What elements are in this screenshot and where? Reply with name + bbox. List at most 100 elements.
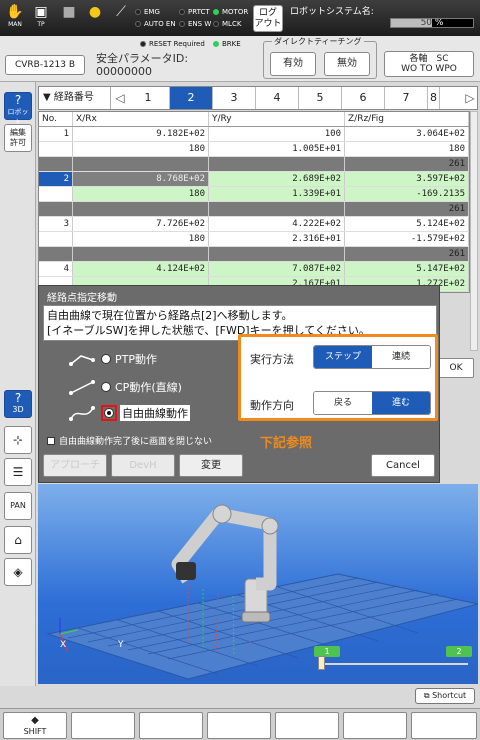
table-cell-y: 100 — [209, 127, 345, 141]
robot-3d-view[interactable]: X Y 1 2 — [38, 484, 478, 684]
logout-button[interactable]: ログ アウト — [253, 5, 283, 32]
left-toolbar: ? ロボット 編集 許可 ? 3D ⊹ ☰ PAN ⌂ ◈ — [0, 82, 36, 686]
table-cell-x: 9.182E+02 — [73, 127, 209, 141]
function-key-3[interactable] — [207, 712, 271, 739]
cp-motion-option[interactable]: CP動作(直線) — [69, 378, 182, 396]
wrench-icon[interactable]: ⟋ — [110, 3, 132, 33]
path-slider-knob[interactable] — [318, 656, 325, 670]
led-on-icon — [213, 9, 219, 15]
keep-open-checkbox[interactable] — [47, 436, 55, 445]
execution-settings-callout: 実行方法 ステップ 連続 動作方向 戻る 進む — [238, 334, 438, 421]
robot-tab-button[interactable]: ? ロボット — [4, 92, 32, 126]
column-header-y: Y/Ry — [209, 112, 345, 126]
pan-button[interactable]: PAN — [4, 492, 32, 520]
table-row[interactable]: 180 1.339E+01 -169.2135 — [39, 187, 469, 202]
table-row[interactable]: 1 9.182E+02 100 3.064E+02 — [39, 127, 469, 142]
box-view-icon[interactable]: ◈ — [4, 558, 32, 586]
lightbulb-icon[interactable]: ● — [84, 3, 106, 33]
table-cell-y — [209, 202, 345, 216]
table-row[interactable]: 261 — [39, 247, 469, 262]
tab-path-4[interactable]: 4 — [256, 87, 299, 109]
function-key-5[interactable] — [343, 712, 407, 739]
status-indicators: EMG PRTCT MOTOR AUTO EN ENS W MLCK — [135, 6, 255, 32]
table-cell-z: 261 — [345, 202, 469, 216]
free-curve-path-icon — [69, 406, 95, 421]
tab-path-8[interactable]: 8 — [428, 87, 440, 109]
status-ens-w: ENS W — [179, 20, 211, 29]
table-scrollbar[interactable] — [470, 111, 478, 351]
speed-percent-bar[interactable]: 50 % — [390, 18, 474, 28]
tab-path-3[interactable]: 3 — [213, 87, 256, 109]
direct-teach-disable-button[interactable]: 無効 — [324, 52, 370, 76]
shift-key[interactable]: ◆ SHIFT — [3, 712, 67, 739]
stop-square-icon[interactable]: ■ — [58, 3, 80, 33]
tab-right-arrow-icon[interactable]: ▷ — [463, 87, 477, 109]
led-icon — [213, 21, 219, 27]
depart-button[interactable]: DevH — [111, 454, 175, 477]
direct-teach-enable-button[interactable]: 有効 — [270, 52, 316, 76]
free-curve-radio[interactable] — [104, 408, 114, 418]
ptp-radio[interactable] — [101, 354, 111, 364]
function-key-6[interactable] — [411, 712, 477, 739]
ptp-motion-option[interactable]: PTP動作 — [69, 350, 157, 368]
table-cell-y: 2.689E+02 — [209, 172, 345, 186]
forward-direction-button[interactable]: 進む — [372, 392, 430, 414]
tab-path-2[interactable]: 2 — [170, 87, 213, 109]
table-cell-x — [73, 202, 209, 216]
table-row[interactable]: 261 — [39, 157, 469, 172]
table-row[interactable]: 2 8.768E+02 2.689E+02 3.597E+02 — [39, 172, 469, 187]
tab-path-1[interactable]: 1 — [127, 87, 170, 109]
ok-button[interactable]: OK — [438, 358, 474, 378]
led-on-icon — [213, 41, 219, 47]
axis-y-label: Y — [118, 640, 124, 650]
table-cell-x: 180 — [73, 187, 209, 201]
back-direction-button[interactable]: 戻る — [314, 392, 372, 414]
coordinate-system-button[interactable]: 各軸 SC WO TO WPO — [384, 51, 474, 77]
keep-open-checkbox-row[interactable]: 自由曲線動作完了後に画面を閉じない — [47, 434, 212, 447]
table-cell-no: 2 — [39, 172, 73, 186]
table-cell-x: 8.768E+02 — [73, 172, 209, 186]
path-slider-track[interactable] — [318, 663, 468, 665]
table-row[interactable]: 3 7.726E+02 4.222E+02 5.124E+02 — [39, 217, 469, 232]
edit-permission-button[interactable]: 編集 許可 — [4, 124, 32, 152]
table-cell-x — [73, 247, 209, 261]
change-button[interactable]: 変更 — [179, 454, 243, 477]
layers-icon[interactable]: ☰ — [4, 458, 32, 486]
table-cell-y: 2.316E+01 — [209, 232, 345, 246]
table-cell-x: 180 — [73, 142, 209, 156]
step-mode-button[interactable]: ステップ — [314, 346, 372, 368]
tab-path-5[interactable]: 5 — [299, 87, 342, 109]
table-row[interactable]: 4 4.124E+02 7.087E+02 5.147E+02 — [39, 262, 469, 277]
function-key-4[interactable] — [275, 712, 339, 739]
function-key-2[interactable] — [139, 712, 203, 739]
safety-parameter: 安全パラメータID: 00000000 — [96, 52, 189, 78]
table-cell-x: 7.726E+02 — [73, 217, 209, 231]
led-icon — [140, 41, 146, 47]
table-row[interactable]: 180 2.316E+01 -1.579E+02 — [39, 232, 469, 247]
function-key-1[interactable] — [71, 712, 135, 739]
cube-question-icon: ? — [14, 391, 22, 405]
shortcut-button[interactable]: ⧉ Shortcut — [415, 688, 475, 704]
home-icon[interactable]: ⌂ — [4, 526, 32, 554]
table-cell-z: -169.2135 — [345, 187, 469, 201]
path-number-header[interactable]: ▼ 経路番号 — [39, 87, 111, 109]
table-cell-no: 4 — [39, 262, 73, 276]
table-row[interactable]: 180 1.005E+01 180 — [39, 142, 469, 157]
robot-info-bar: RESET Required BRKE CVRB-1213 B 安全パラメータI… — [0, 36, 480, 82]
tab-left-arrow-icon[interactable]: ◁ — [113, 87, 127, 109]
tab-path-6[interactable]: 6 — [342, 87, 385, 109]
man-hand-icon[interactable]: ✋ MAN — [4, 3, 26, 33]
status-mlck: MLCK — [213, 20, 241, 29]
table-row[interactable]: 261 — [39, 202, 469, 217]
view-3d-button[interactable]: ? 3D — [4, 390, 32, 418]
continuous-mode-button[interactable]: 連続 — [372, 346, 430, 368]
tp-icon[interactable]: ▣ TP — [30, 3, 52, 33]
approach-button[interactable]: アプローチ — [43, 454, 107, 477]
tab-path-7[interactable]: 7 — [385, 87, 428, 109]
robot-select-button[interactable]: CVRB-1213 B — [5, 55, 85, 75]
axis-frame-icon[interactable]: ⊹ — [4, 426, 32, 454]
cp-radio[interactable] — [101, 382, 111, 392]
free-curve-motion-option[interactable]: 自由曲線動作 — [69, 404, 190, 422]
table-cell-z: -1.579E+02 — [345, 232, 469, 246]
cancel-button[interactable]: Cancel — [371, 454, 435, 477]
